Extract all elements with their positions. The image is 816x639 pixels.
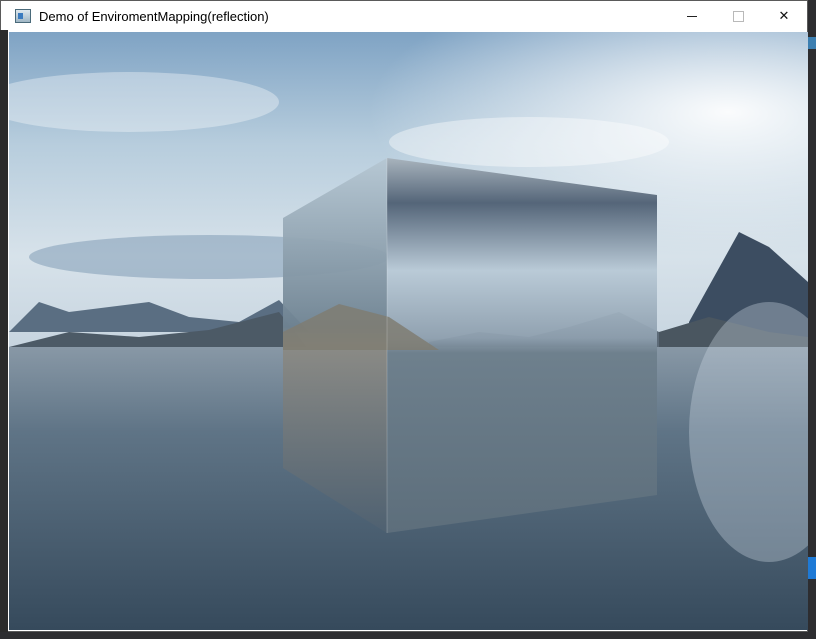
maximize-button[interactable] xyxy=(715,1,761,31)
close-icon: ✕ xyxy=(778,8,790,23)
minimize-icon xyxy=(687,15,697,17)
title-bar[interactable]: Demo of EnviromentMapping(reflection) ✕ xyxy=(1,1,807,31)
background-editor-strip-right xyxy=(808,0,816,639)
window-title: Demo of EnviromentMapping(reflection) xyxy=(39,8,269,24)
maximize-icon xyxy=(732,10,744,22)
cloud xyxy=(389,117,669,167)
close-button[interactable]: ✕ xyxy=(761,1,807,31)
background-scroll-indicator xyxy=(808,557,816,579)
background-bottom-strip xyxy=(0,632,816,639)
background-editor-strip xyxy=(0,30,8,632)
background-accent xyxy=(808,37,816,49)
app-window-icon xyxy=(15,9,31,23)
render-viewport[interactable] xyxy=(9,32,808,630)
app-window: Demo of EnviromentMapping(reflection) ✕ xyxy=(0,0,808,632)
minimize-button[interactable] xyxy=(669,1,715,31)
environment-scene xyxy=(9,32,808,630)
